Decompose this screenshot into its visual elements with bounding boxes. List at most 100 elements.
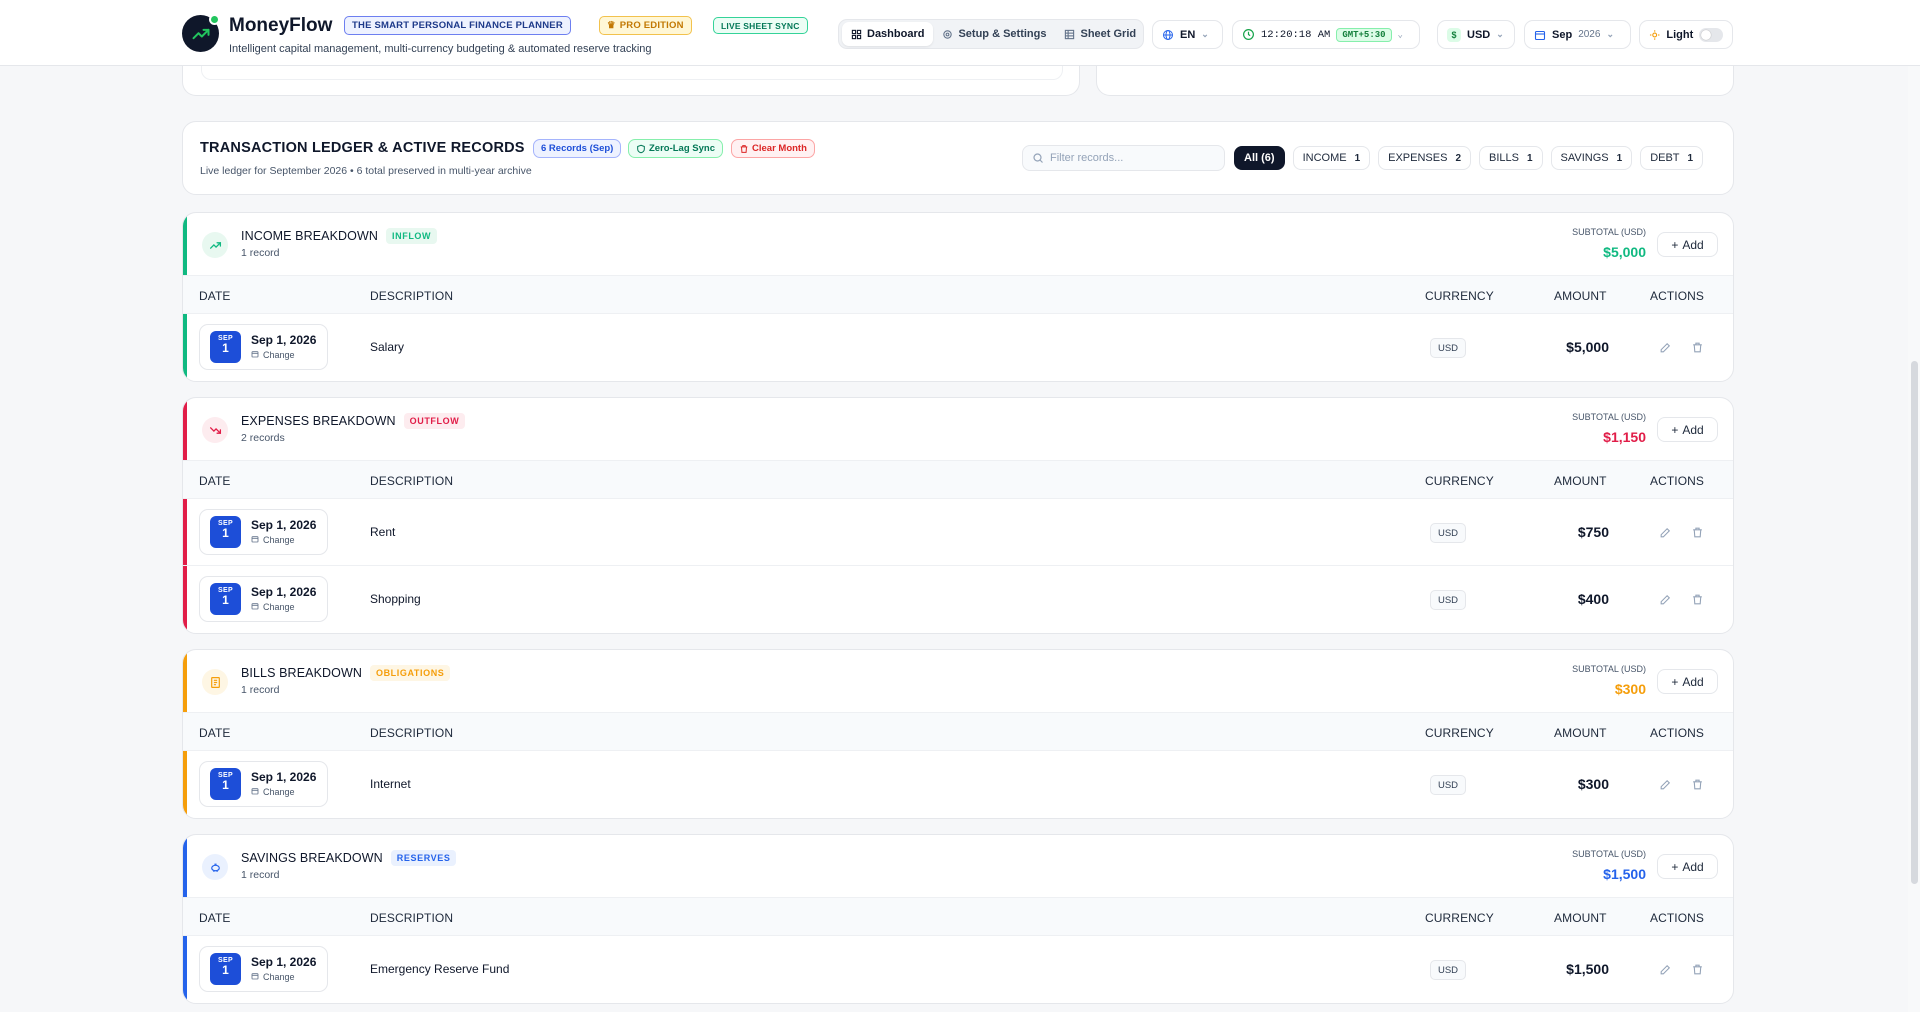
date-picker[interactable]: SEP 1 Sep 1, 2026 Change xyxy=(199,576,328,622)
tab-dashboard[interactable]: Dashboard xyxy=(842,22,934,46)
income-category-icon xyxy=(202,232,228,258)
table-icon xyxy=(1065,29,1075,39)
trend-up-icon xyxy=(209,241,221,249)
add-savings-button[interactable]: + Add xyxy=(1657,854,1718,879)
row-description: Rent xyxy=(370,525,396,539)
add-expenses-button[interactable]: + Add xyxy=(1657,417,1718,442)
tab-setup-settings[interactable]: Setup & Settings xyxy=(933,22,1055,46)
add-bills-button[interactable]: + Add xyxy=(1657,669,1718,694)
date-picker[interactable]: SEP 1 Sep 1, 2026 Change xyxy=(199,509,328,555)
expenses-category-icon xyxy=(202,417,228,443)
section-tag: INFLOW xyxy=(386,228,438,244)
table-header-row: DATE DESCRIPTION CURRENCY AMOUNT ACTIONS xyxy=(183,713,1733,751)
filter-label: DEBT xyxy=(1650,152,1680,164)
row-description: Internet xyxy=(370,777,411,791)
filter-label: INCOME xyxy=(1302,152,1347,164)
column-header-amount: AMOUNT xyxy=(1554,289,1607,303)
filter-expenses[interactable]: EXPENSES 2 xyxy=(1378,146,1471,170)
delete-button[interactable] xyxy=(1689,524,1705,540)
change-label: Change xyxy=(263,535,295,545)
delete-button[interactable] xyxy=(1689,776,1705,792)
live-sync-badge: LIVE SHEET SYNC xyxy=(713,17,808,34)
filter-count: 1 xyxy=(1354,152,1361,164)
pro-edition-badge: ♛ PRO EDITION xyxy=(599,16,692,35)
filter-records-input[interactable] xyxy=(1050,152,1210,164)
calendar-date-badge: SEP 1 xyxy=(210,768,241,800)
change-date-link[interactable]: Change xyxy=(251,787,295,797)
edit-button[interactable] xyxy=(1657,524,1673,540)
column-header-actions: ACTIONS xyxy=(1650,726,1705,740)
month-year-select[interactable]: Sep 2026 ⌄ xyxy=(1524,20,1631,49)
delete-button[interactable] xyxy=(1689,961,1705,977)
income-breakdown-section: INCOME BREAKDOWN INFLOW 1 record SUBTOTAL (… xyxy=(182,212,1734,382)
date-picker[interactable]: SEP 1 Sep 1, 2026 Change xyxy=(199,761,328,807)
transaction-ledger-header: TRANSACTION LEDGER & ACTIVE RECORDS 6 Re… xyxy=(182,121,1734,195)
pencil-icon xyxy=(1660,342,1670,352)
receipt-icon xyxy=(210,676,220,688)
language-select[interactable]: EN ⌄ xyxy=(1152,20,1223,49)
row-description: Salary xyxy=(370,340,405,354)
add-income-button[interactable]: + Add xyxy=(1657,232,1718,257)
filter-income[interactable]: INCOME 1 xyxy=(1292,146,1371,170)
delete-button[interactable] xyxy=(1689,339,1705,355)
page-scrollbar[interactable] xyxy=(1908,66,1920,1012)
currency-select[interactable]: $ USD ⌄ xyxy=(1437,20,1515,49)
date-badge-day: 1 xyxy=(222,963,229,977)
date-picker[interactable]: SEP 1 Sep 1, 2026 Change xyxy=(199,946,328,992)
main-nav: Dashboard Setup & Settings Sheet Grid xyxy=(838,19,1144,49)
edit-button[interactable] xyxy=(1657,339,1673,355)
ledger-subtitle: Live ledger for September 2026 • 6 total… xyxy=(200,165,532,177)
filter-debt[interactable]: DEBT 1 xyxy=(1640,146,1704,170)
column-header-description: DESCRIPTION xyxy=(370,474,454,488)
plus-icon: + xyxy=(1671,859,1679,874)
date-picker[interactable]: SEP 1 Sep 1, 2026 Change xyxy=(199,324,328,370)
calendar-date-badge: SEP 1 xyxy=(210,953,241,985)
tagline-badge: THE SMART PERSONAL FINANCE PLANNER xyxy=(344,16,571,35)
column-header-description: DESCRIPTION xyxy=(370,726,454,740)
row-amount: $750 xyxy=(1577,524,1609,540)
table-row: SEP 1 Sep 1, 2026 Change Emergency Reserve F… xyxy=(183,936,1733,1003)
filter-savings[interactable]: SAVINGS 1 xyxy=(1550,146,1633,170)
delete-button[interactable] xyxy=(1689,591,1705,607)
section-header: BILLS BREAKDOWN OBLIGATIONS 1 record SUBTOT… xyxy=(183,650,1733,713)
subtotal-value: $300 xyxy=(1614,681,1646,697)
globe-icon xyxy=(1163,29,1173,40)
theme-switch[interactable] xyxy=(1699,27,1723,42)
section-title-text: INCOME BREAKDOWN xyxy=(241,229,379,243)
filter-label: BILLS xyxy=(1489,152,1519,164)
filter-all[interactable]: All (6) xyxy=(1234,146,1285,170)
date-text: Sep 1, 2026 xyxy=(251,770,317,784)
edit-button[interactable] xyxy=(1657,961,1673,977)
sun-icon xyxy=(1649,29,1660,40)
add-label: Add xyxy=(1682,422,1704,437)
filter-bills[interactable]: BILLS 1 xyxy=(1479,146,1543,170)
column-header-amount: AMOUNT xyxy=(1554,726,1607,740)
add-label: Add xyxy=(1682,674,1704,689)
row-description: Shopping xyxy=(370,592,421,606)
filter-count: 2 xyxy=(1455,152,1461,164)
grid-icon xyxy=(851,29,862,39)
savings-category-icon xyxy=(202,854,228,880)
column-header-currency: CURRENCY xyxy=(1425,726,1494,740)
theme-toggle[interactable]: Light xyxy=(1639,20,1733,49)
trash-icon xyxy=(740,144,748,153)
edit-button[interactable] xyxy=(1657,776,1673,792)
scrollbar-thumb[interactable] xyxy=(1911,361,1918,884)
filter-label: SAVINGS xyxy=(1560,152,1609,164)
edit-button[interactable] xyxy=(1657,591,1673,607)
tab-label: Setup & Settings xyxy=(958,28,1047,40)
clock-timezone-select[interactable]: 12:20:18 AM GMT+5:30 ⌄ xyxy=(1232,20,1420,49)
clear-month-button[interactable]: Clear Month xyxy=(731,139,815,158)
expenses-breakdown-section: EXPENSES BREAKDOWN OUTFLOW 2 records SUBTOT… xyxy=(182,397,1734,634)
column-header-description: DESCRIPTION xyxy=(370,289,454,303)
change-date-link[interactable]: Change xyxy=(251,602,295,612)
change-date-link[interactable]: Change xyxy=(251,535,295,545)
subtotal-value: $5,000 xyxy=(1603,244,1646,260)
change-date-link[interactable]: Change xyxy=(251,972,295,982)
records-count-badge: 6 Records (Sep) xyxy=(533,139,622,158)
gear-icon xyxy=(943,29,953,39)
tab-sheet-grid[interactable]: Sheet Grid xyxy=(1055,22,1145,46)
table-row: SEP 1 Sep 1, 2026 Change Shopping USD $400 xyxy=(183,566,1733,633)
row-description: Emergency Reserve Fund xyxy=(370,962,510,976)
change-date-link[interactable]: Change xyxy=(251,350,295,360)
